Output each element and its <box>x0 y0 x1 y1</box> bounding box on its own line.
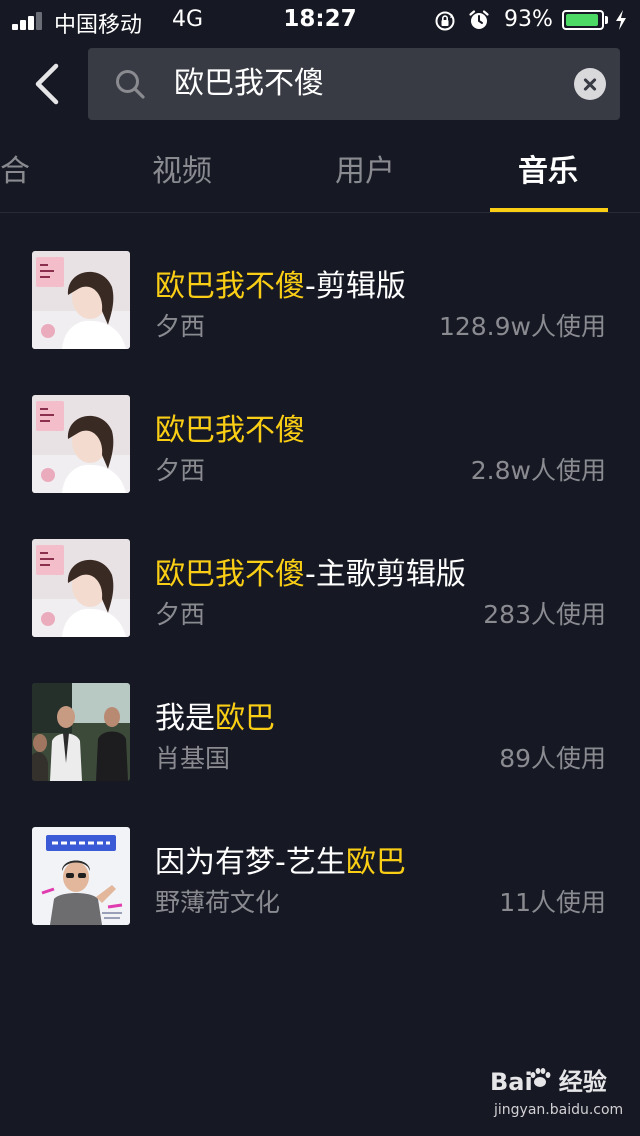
music-result-item[interactable]: 欧巴我不傻 夕西 2.8w人使用 <box>0 395 640 539</box>
tab-combined[interactable]: 合 <box>0 130 30 212</box>
active-tab-indicator <box>490 208 608 212</box>
song-title-match: 欧巴我不傻 <box>155 557 305 592</box>
song-title: 我是欧巴 <box>155 693 275 737</box>
album-cover <box>32 251 130 349</box>
status-bar: 中国移动 4G 18:27 93% <box>0 0 640 40</box>
song-title-match: 欧巴 <box>345 845 406 880</box>
artist-name: 野薄荷文化 <box>155 888 281 917</box>
search-tabs: 合 视频 用户 音乐 <box>0 130 640 213</box>
song-title-match: 欧巴我不傻 <box>155 269 305 304</box>
album-cover <box>32 395 130 493</box>
battery-cap <box>605 16 608 24</box>
paw-icon <box>530 1068 551 1087</box>
charging-icon <box>616 10 626 30</box>
album-cover <box>32 827 130 925</box>
song-title-prefix: 我是 <box>155 701 215 736</box>
album-cover <box>32 683 130 781</box>
music-result-item[interactable]: 我是欧巴 肖基国 89人使用 <box>0 683 640 827</box>
tab-users[interactable]: 用户 <box>325 130 405 212</box>
song-title-prefix: 因为有梦-艺生 <box>155 845 346 880</box>
song-title-suffix: -主歌剪辑版 <box>305 557 466 592</box>
battery-icon <box>562 10 604 30</box>
usage-count: 89人使用 <box>499 744 606 773</box>
music-result-item[interactable]: 欧巴我不傻-剪辑版 夕西 128.9w人使用 <box>0 251 640 395</box>
search-box[interactable] <box>88 48 620 120</box>
back-button[interactable] <box>28 62 68 106</box>
usage-count: 11人使用 <box>499 888 606 917</box>
orientation-lock-icon <box>435 11 455 31</box>
watermark-logo-left: Bai <box>490 1068 533 1096</box>
baidu-jingyan-watermark: Bai 经验 jingyan.baidu.com <box>488 1062 623 1126</box>
song-title: 欧巴我不傻-主歌剪辑版 <box>155 549 466 593</box>
usage-count: 128.9w人使用 <box>438 312 606 341</box>
music-result-item[interactable]: 因为有梦-艺生欧巴 野薄荷文化 11人使用 <box>0 827 640 971</box>
tab-videos[interactable]: 视频 <box>142 130 222 212</box>
artist-name: 夕西 <box>155 600 206 629</box>
back-arrow-icon <box>35 63 59 105</box>
search-icon <box>116 70 145 99</box>
search-input[interactable] <box>174 48 554 120</box>
song-title-suffix: -剪辑版 <box>305 269 406 304</box>
clear-icon[interactable] <box>574 68 606 100</box>
song-title-match: 欧巴我不傻 <box>155 413 305 448</box>
artist-name: 夕西 <box>155 312 206 341</box>
alarm-icon <box>469 10 489 29</box>
song-title: 因为有梦-艺生欧巴 <box>155 837 406 881</box>
song-title-match: 欧巴 <box>215 701 275 736</box>
tab-music[interactable]: 音乐 <box>508 130 588 212</box>
usage-count: 283人使用 <box>483 600 606 629</box>
usage-count: 2.8w人使用 <box>470 456 606 485</box>
song-title: 欧巴我不傻-剪辑版 <box>155 261 406 305</box>
battery-percentage: 93% <box>504 7 553 32</box>
artist-name: 夕西 <box>155 456 206 485</box>
song-title: 欧巴我不傻 <box>155 405 305 449</box>
watermark-url: jingyan.baidu.com <box>494 1102 624 1118</box>
battery-level-fill <box>566 14 598 26</box>
album-cover <box>32 539 130 637</box>
watermark-logo-right: 经验 <box>558 1068 607 1096</box>
artist-name: 肖基国 <box>155 744 231 773</box>
music-result-item[interactable]: 欧巴我不傻-主歌剪辑版 夕西 283人使用 <box>0 539 640 683</box>
